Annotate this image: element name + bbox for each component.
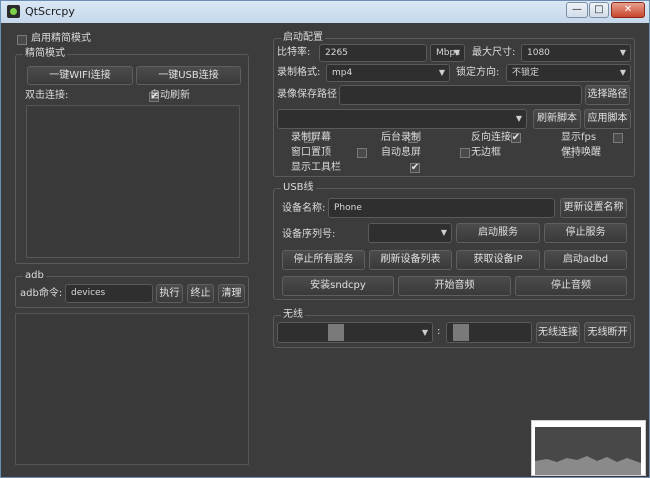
adb-command-input[interactable]: devices — [65, 284, 153, 303]
chevron-down-icon: ▼ — [440, 228, 447, 237]
auto-refresh-label: 自动刷新 — [150, 90, 190, 101]
auto-screen-off-label: 自动息屏 — [381, 147, 421, 158]
usb-group-title: USB线 — [281, 182, 316, 194]
refresh-script-button[interactable]: 刷新脚本 — [533, 109, 581, 129]
frameless-label: 无边框 — [471, 147, 501, 158]
adb-execute-button[interactable]: 执行 — [156, 284, 183, 303]
lock-orientation-select[interactable]: 不锁定 ▼ — [506, 64, 631, 82]
device-name-label: 设备名称: — [282, 203, 326, 214]
adb-clear-button[interactable]: 清理 — [218, 284, 245, 303]
simple-mode-checkbox[interactable] — [17, 35, 27, 45]
chevron-down-icon: ▼ — [453, 48, 460, 57]
wifi-connect-button[interactable]: 一键WIFI连接 — [27, 66, 133, 85]
max-size-select[interactable]: 1080 ▼ — [521, 44, 631, 62]
bitrate-unit-select[interactable]: Mbps ▼ — [430, 44, 465, 62]
refresh-devices-button[interactable]: 刷新设备列表 — [369, 250, 452, 270]
max-size-label: 最大尺寸: — [472, 47, 516, 58]
simple-mode-label: 启用精简模式 — [31, 33, 91, 44]
wireless-connect-button[interactable]: 无线连接 — [536, 322, 580, 343]
stay-awake-label: 保持唤醒 — [561, 147, 601, 158]
doubleclick-label: 双击连接: — [25, 90, 69, 101]
wireless-port-input[interactable] — [446, 322, 532, 343]
device-list[interactable] — [26, 105, 240, 258]
show-fps-checkbox[interactable] — [612, 133, 623, 143]
install-sndcpy-button[interactable]: 安装sndcpy — [282, 276, 394, 296]
adb-terminate-button[interactable]: 终止 — [187, 284, 214, 303]
wireless-ip-select[interactable]: ▼ — [277, 322, 433, 343]
start-audio-button[interactable]: 开始音频 — [398, 276, 511, 296]
port-segment-block — [453, 324, 469, 341]
chevron-down-icon: ▼ — [438, 68, 445, 77]
wireless-disconnect-button[interactable]: 无线断开 — [584, 322, 631, 343]
adb-command-label: adb命令: — [20, 288, 63, 299]
lock-orientation-label: 锁定方向: — [456, 67, 500, 78]
background-record-label: 后台录制 — [381, 132, 421, 143]
apply-script-button[interactable]: 应用脚本 — [584, 109, 631, 129]
device-name-input[interactable]: Phone — [328, 198, 555, 218]
stop-audio-button[interactable]: 停止音频 — [515, 276, 627, 296]
show-fps-label: 显示fps — [561, 132, 597, 143]
record-path-label: 录像保存路径 — [277, 89, 337, 100]
title-bar: QtScrcpy — □ ✕ — [1, 1, 649, 23]
script-select[interactable]: ▼ — [277, 109, 527, 129]
record-path-input[interactable] — [339, 85, 582, 105]
chevron-down-icon: ▼ — [421, 328, 428, 337]
window-title: QtScrcpy — [25, 5, 75, 18]
log-output[interactable] — [15, 313, 249, 465]
chevron-down-icon: ▼ — [515, 114, 522, 123]
usb-connect-button[interactable]: 一键USB连接 — [136, 66, 241, 85]
bitrate-label: 比特率: — [277, 47, 311, 58]
show-toolbar-label: 显示工具栏 — [291, 162, 341, 173]
reverse-connect-label: 反向连接 — [471, 132, 511, 143]
minimize-button[interactable]: — — [566, 2, 588, 18]
record-format-select[interactable]: mp4 ▼ — [326, 64, 450, 82]
serial-label: 设备序列号: — [282, 229, 336, 240]
chevron-down-icon: ▼ — [619, 48, 626, 57]
preview-thumbnail — [531, 420, 646, 476]
adb-group-title: adb — [23, 270, 46, 282]
stop-all-services-button[interactable]: 停止所有服务 — [282, 250, 365, 270]
auto-screen-off-checkbox[interactable] — [460, 148, 471, 158]
record-screen-label: 录制屏幕 — [291, 132, 331, 143]
close-button[interactable]: ✕ — [611, 2, 645, 18]
ip-segment-block — [328, 324, 344, 341]
wireless-group-title: 无线 — [281, 309, 305, 321]
start-adbd-button[interactable]: 启动adbd — [544, 250, 627, 270]
simple-mode-group-title: 精简模式 — [23, 48, 67, 60]
select-path-button[interactable]: 选择路径 — [585, 85, 630, 105]
show-toolbar-checkbox[interactable] — [409, 161, 420, 175]
get-device-ip-button[interactable]: 获取设备IP — [456, 250, 540, 270]
window-on-top-label: 窗口置顶 — [291, 147, 331, 158]
ip-port-separator: : — [437, 326, 441, 337]
serial-select[interactable]: ▼ — [368, 223, 452, 243]
thumbnail-landscape-graphic — [532, 421, 645, 475]
reverse-connect-checkbox[interactable] — [510, 131, 521, 145]
startup-config-title: 启动配置 — [281, 32, 325, 44]
maximize-button[interactable]: □ — [589, 2, 609, 18]
stop-service-button[interactable]: 停止服务 — [544, 223, 627, 243]
app-icon — [7, 5, 20, 18]
chevron-down-icon: ▼ — [619, 68, 626, 77]
window-on-top-checkbox[interactable] — [357, 148, 368, 158]
update-name-button[interactable]: 更新设置名称 — [560, 198, 627, 218]
record-format-label: 录制格式: — [277, 67, 321, 78]
bitrate-input[interactable]: 2265 — [319, 44, 427, 62]
main-window: QtScrcpy — □ ✕ 启用精简模式 精简模式 一键WIFI连接 一键US… — [0, 0, 650, 478]
start-service-button[interactable]: 启动服务 — [456, 223, 540, 243]
